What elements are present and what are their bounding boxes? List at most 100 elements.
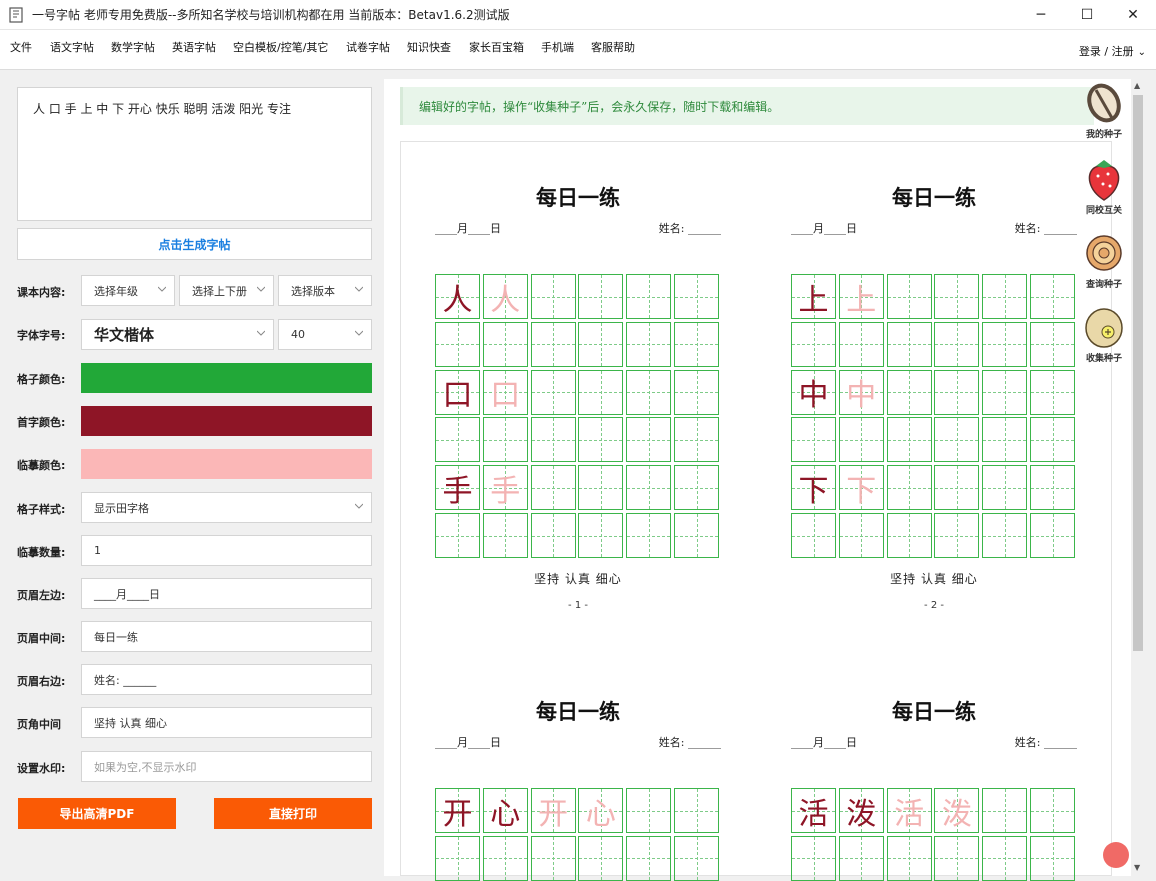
print-button[interactable]: 直接打印 xyxy=(214,798,372,829)
grid-cell xyxy=(626,788,672,833)
preview-area: 编辑好的字帖，操作“收集种子”后，会永久保存，随时下载和编辑。 每日一练 ____… xyxy=(384,71,1156,881)
collect-seeds-tool[interactable]: 收集种子 xyxy=(1076,304,1132,364)
window-title: 一号字帖 老师专用免费版--多所知名学校与培训机构都在用 当前版本：Betav1… xyxy=(32,8,510,22)
sheet-name: 姓名: ______ xyxy=(1014,736,1077,749)
edition-select[interactable]: 选择版本 xyxy=(278,275,372,306)
grid-style-select[interactable]: 显示田字格 xyxy=(81,492,372,523)
menu-bar: 文件 语文字帖 数学字帖 英语字帖 空白模板/控笔/其它 试卷字帖 知识快查 家… xyxy=(0,30,1156,70)
model-character: 上 xyxy=(798,282,829,318)
first-char-color-label: 首字颜色: xyxy=(17,416,66,429)
first-char-color-swatch[interactable] xyxy=(81,406,372,436)
menu-blank-templates[interactable]: 空白模板/控笔/其它 xyxy=(233,39,328,55)
font-size-select[interactable]: 40 xyxy=(278,319,372,350)
grid-cell: 下 xyxy=(791,465,836,511)
chevron-down-icon xyxy=(355,286,363,292)
menu-knowledge-lookup[interactable]: 知识快查 xyxy=(407,39,451,55)
volume-select[interactable]: 选择上下册 xyxy=(179,275,274,306)
watermark-label: 设置水印: xyxy=(17,762,66,775)
footer-center-input[interactable]: 坚持 认真 细心 xyxy=(81,707,372,738)
grid-cell: 中 xyxy=(791,369,836,415)
like-fab-button[interactable] xyxy=(1103,842,1129,868)
my-seeds-label: 我的种子 xyxy=(1085,130,1122,140)
grid-cell xyxy=(626,465,672,511)
menu-chinese-copybook[interactable]: 语文字帖 xyxy=(50,39,94,55)
grid-cell xyxy=(530,835,576,881)
grid-cell xyxy=(482,835,528,881)
seed-icon xyxy=(1087,83,1121,123)
maximize-button[interactable]: ☐ xyxy=(1064,0,1110,30)
menu-math-copybook[interactable]: 数学字帖 xyxy=(111,39,155,55)
footer-center-value: 坚持 认真 细心 xyxy=(94,716,167,730)
trace-character: 活 xyxy=(894,796,925,832)
close-button[interactable]: ✕ xyxy=(1110,0,1156,30)
text-input[interactable]: 人 口 手 上 中 下 开心 快乐 聪明 活泼 阳光 专注 xyxy=(17,87,372,221)
grid-cell xyxy=(934,513,980,558)
model-character: 人 xyxy=(442,282,473,318)
trace-count-input[interactable]: 1 xyxy=(81,535,372,566)
watermark-placeholder: 如果为空,不显示水印 xyxy=(94,760,197,774)
header-right-value: 姓名: ______ xyxy=(94,673,157,687)
sheet-title: 每日一练 xyxy=(536,185,620,210)
query-seeds-label: 查询种子 xyxy=(1085,280,1122,290)
watermark-input[interactable]: 如果为空,不显示水印 xyxy=(81,751,372,782)
copybook-paper: 每日一练 ____月____日 姓名: ______ 人人口口手手坚持 认真 细心 - … xyxy=(400,141,1112,881)
grid-cell xyxy=(1030,835,1075,881)
menu-file[interactable]: 文件 xyxy=(10,39,32,55)
sheet-header: ____月____日 姓名: ______ xyxy=(791,220,1077,236)
preview-scrollbar[interactable]: ▲ ▼ xyxy=(1131,79,1146,876)
grid-cell xyxy=(886,274,932,319)
menu-support[interactable]: 客服帮助 xyxy=(591,39,635,55)
grid-cell xyxy=(1030,465,1075,511)
grid-cell xyxy=(982,465,1028,511)
trace-character: 下 xyxy=(846,473,877,509)
grid-cell xyxy=(1030,788,1075,833)
menu-parent-toolbox[interactable]: 家长百宝箱 xyxy=(469,39,524,55)
school-follow-tool[interactable]: 同校互关 xyxy=(1076,156,1132,216)
grid-cell: 口 xyxy=(435,369,480,415)
grid-color-swatch[interactable] xyxy=(81,363,372,393)
model-character: 泼 xyxy=(846,796,877,832)
grid-cell xyxy=(838,835,884,881)
grid-cell: 上 xyxy=(791,274,836,319)
chevron-down-icon xyxy=(355,330,363,336)
volume-select-value: 选择上下册 xyxy=(192,284,247,298)
generate-copybook-button[interactable]: 点击生成字帖 xyxy=(17,228,372,260)
grid-cell xyxy=(674,321,719,367)
scroll-up-icon[interactable]: ▲ xyxy=(1134,81,1140,90)
menu-english-copybook[interactable]: 英语字帖 xyxy=(172,39,216,55)
minimize-button[interactable]: ─ xyxy=(1018,0,1064,30)
header-center-input[interactable]: 每日一练 xyxy=(81,621,372,652)
menu-exam-copybook[interactable]: 试卷字帖 xyxy=(346,39,390,55)
header-right-input[interactable]: 姓名: ______ xyxy=(81,664,372,695)
grid-cell: 开 xyxy=(435,788,480,833)
login-register-menu[interactable]: 登录 / 注册 ⌄ xyxy=(1079,43,1146,59)
school-follow-label: 同校互关 xyxy=(1085,206,1122,216)
menu-mobile[interactable]: 手机端 xyxy=(541,39,574,55)
model-character: 口 xyxy=(442,378,473,414)
sheet-header: ____月____日 姓名: ______ xyxy=(435,220,721,236)
scroll-thumb[interactable] xyxy=(1133,95,1143,651)
grid-cell: 上 xyxy=(838,274,884,319)
export-pdf-button[interactable]: 导出高清PDF xyxy=(18,798,176,829)
grid-cell xyxy=(578,465,624,511)
grid-cell xyxy=(482,417,528,463)
header-left-input[interactable]: ____月____日 xyxy=(81,578,372,609)
grid-cell xyxy=(435,321,480,367)
grid-cell xyxy=(578,835,624,881)
grade-select[interactable]: 选择年级 xyxy=(81,275,175,306)
grid-cell xyxy=(674,465,719,511)
collect-seed-icon xyxy=(1085,308,1123,348)
grid-cell: 手 xyxy=(482,465,528,511)
scroll-down-icon[interactable]: ▼ xyxy=(1134,863,1140,872)
grid-cell: 心 xyxy=(578,788,624,833)
font-select[interactable]: 华文楷体 xyxy=(81,319,274,350)
font-size-value: 40 xyxy=(291,328,305,341)
trace-color-swatch[interactable] xyxy=(81,449,372,479)
trace-count-label: 临摹数量: xyxy=(17,546,66,559)
grid-cell: 下 xyxy=(838,465,884,511)
query-seeds-tool[interactable]: 查询种子 xyxy=(1076,230,1132,290)
grid-cell xyxy=(578,274,624,319)
grid-cell xyxy=(886,465,932,511)
grid-cell xyxy=(530,513,576,558)
my-seeds-tool[interactable]: 我的种子 xyxy=(1076,80,1132,140)
